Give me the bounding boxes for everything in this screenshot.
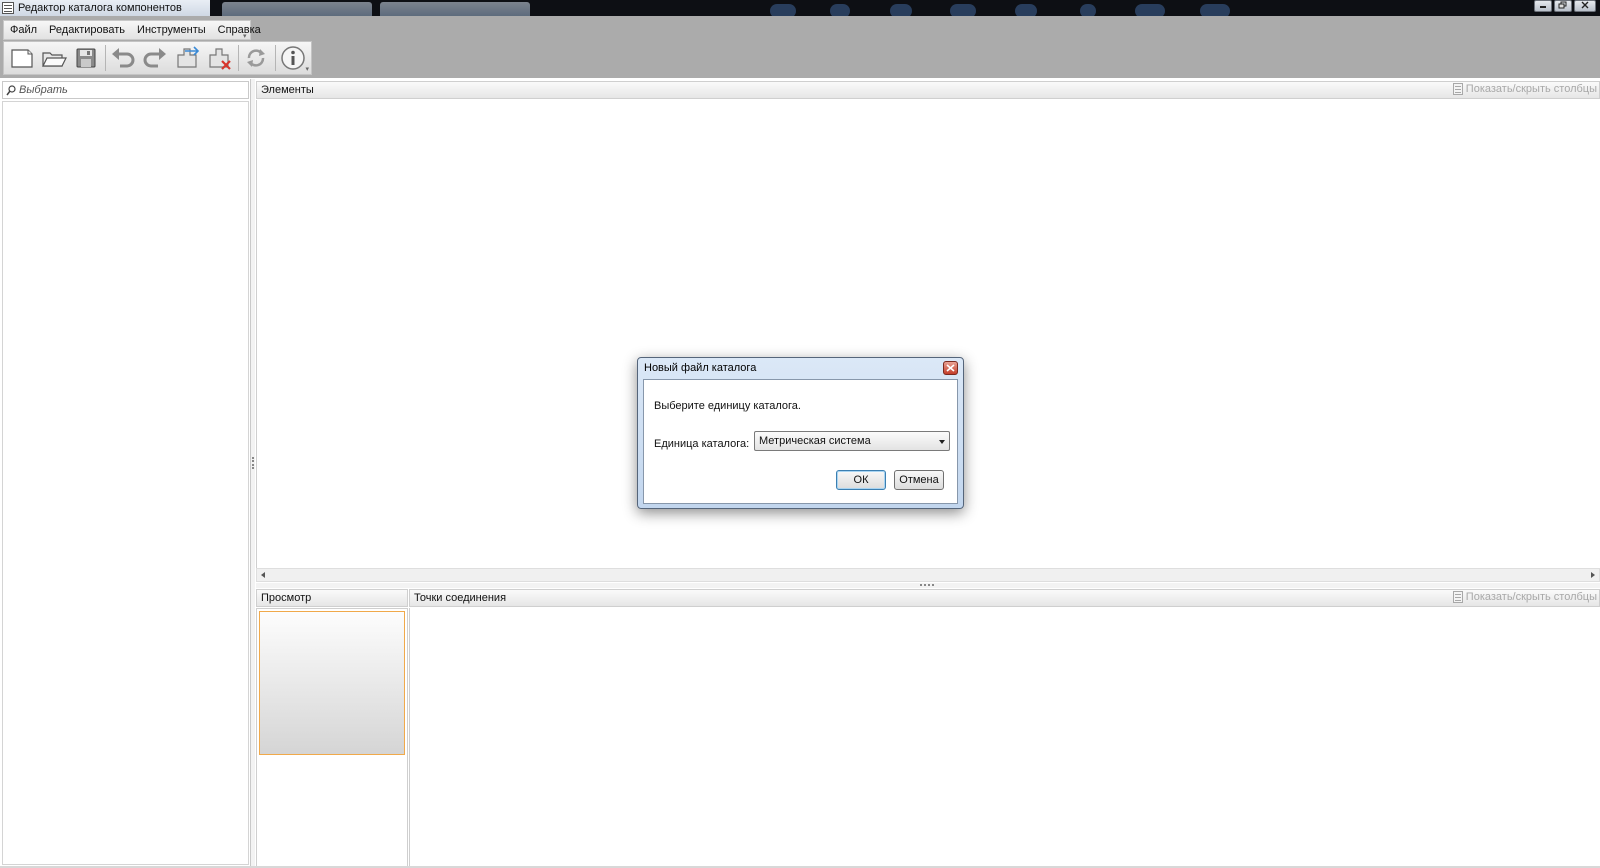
cancel-button[interactable]: Отмена (894, 470, 944, 490)
horizontal-splitter[interactable] (256, 583, 1600, 588)
background-icon (1080, 4, 1096, 16)
background-tab (380, 2, 530, 16)
catalog-unit-value: Метрическая система (759, 435, 871, 447)
new-catalog-dialog: Новый файл каталога Выберите единицу кат… (637, 357, 964, 509)
new-file-button[interactable] (7, 43, 37, 73)
elements-pane-header: Элементы Показать/скрыть столбцы (256, 81, 1600, 99)
redo-button[interactable] (140, 43, 170, 73)
background-icon (950, 4, 976, 16)
background-icon (1015, 4, 1037, 16)
dialog-title-bar[interactable]: Новый файл каталога (638, 358, 963, 378)
preview-pane (256, 608, 408, 868)
title-bar: Редактор каталога компонентов (0, 0, 1600, 16)
minimize-icon (1540, 6, 1546, 8)
menu-edit[interactable]: Редактировать (43, 21, 131, 39)
app-icon (2, 2, 14, 14)
delete-component-icon (209, 48, 231, 70)
background-icon (1135, 4, 1165, 16)
refresh-button[interactable] (241, 43, 271, 73)
background-icon (890, 4, 912, 16)
preview-image (259, 611, 405, 755)
dialog-close-button[interactable] (943, 361, 958, 375)
ok-button[interactable]: ОК (836, 470, 886, 490)
close-icon (1581, 1, 1589, 9)
background-icon (1200, 4, 1230, 16)
vertical-splitter[interactable] (251, 79, 255, 868)
delete-component-button[interactable] (204, 43, 234, 73)
connection-points-grid[interactable] (409, 608, 1600, 868)
toolbar-separator (275, 45, 276, 71)
menu-bar: Файл Редактировать Инструменты Справка ▾ (3, 20, 261, 40)
dialog-title: Новый файл каталога (644, 362, 757, 374)
restore-icon (1558, 1, 1567, 9)
background-icon (830, 4, 850, 16)
preview-pane-header: Просмотр (256, 589, 408, 607)
elements-horizontal-scrollbar[interactable] (256, 568, 1600, 582)
elements-toggle-columns-label: Показать/скрыть столбцы (1465, 83, 1597, 95)
chevron-down-icon (939, 440, 945, 444)
catalog-tree-panel (0, 79, 251, 868)
connections-pane-header: Точки соединения Показать/скрыть столбцы (409, 589, 1600, 607)
menu-overflow-grip[interactable]: ▾ (243, 32, 248, 40)
toolbar-overflow-grip[interactable]: ▾ (305, 65, 309, 73)
undo-icon (112, 48, 135, 68)
menu-tools[interactable]: Инструменты (131, 21, 212, 39)
redo-icon (143, 48, 166, 68)
info-icon (281, 46, 305, 70)
save-icon (76, 48, 96, 68)
menu-help[interactable]: Справка (212, 21, 267, 39)
window-controls (1534, 0, 1596, 12)
add-component-button[interactable] (172, 43, 202, 73)
toolbar-separator (105, 45, 106, 71)
info-button[interactable] (278, 43, 308, 73)
search-box (2, 81, 249, 99)
window-title: Редактор каталога компонентов (18, 2, 182, 14)
elements-pane-title: Элементы (261, 84, 314, 96)
background-tab (222, 2, 372, 16)
connections-pane-title: Точки соединения (414, 592, 507, 604)
minimize-button[interactable] (1534, 0, 1552, 12)
open-folder-icon (42, 52, 67, 67)
search-icon (6, 84, 16, 95)
menu-file[interactable]: Файл (4, 21, 43, 39)
add-component-icon (177, 46, 200, 68)
elements-toggle-columns[interactable]: Показать/скрыть столбцы (1452, 83, 1597, 95)
window-title-area: Редактор каталога компонентов (0, 0, 210, 16)
connections-toggle-columns[interactable]: Показать/скрыть столбцы (1452, 591, 1597, 603)
close-window-button[interactable] (1574, 0, 1596, 12)
scroll-right-icon[interactable] (1591, 572, 1595, 578)
dialog-prompt: Выберите единицу каталога. (654, 400, 801, 412)
save-button[interactable] (71, 43, 101, 73)
new-file-icon (11, 49, 33, 68)
catalog-unit-label: Единица каталога: (654, 438, 750, 450)
maximize-button[interactable] (1554, 0, 1572, 12)
columns-icon (1452, 83, 1463, 95)
main-toolbar: ▾ (3, 41, 312, 75)
connections-toggle-columns-label: Показать/скрыть столбцы (1465, 591, 1597, 603)
catalog-unit-select[interactable]: Метрическая система (754, 431, 950, 451)
background-icon (770, 4, 796, 16)
scroll-left-icon[interactable] (261, 572, 265, 578)
preview-pane-title: Просмотр (261, 592, 312, 604)
columns-icon (1452, 591, 1463, 603)
catalog-tree[interactable] (2, 101, 249, 865)
open-button[interactable] (39, 43, 69, 73)
search-input[interactable] (19, 84, 239, 96)
toolbar-separator (238, 45, 239, 71)
close-icon (946, 364, 955, 372)
refresh-icon (247, 49, 265, 67)
dialog-content: Выберите единицу каталога. Единица катал… (643, 379, 958, 504)
undo-button[interactable] (108, 43, 138, 73)
